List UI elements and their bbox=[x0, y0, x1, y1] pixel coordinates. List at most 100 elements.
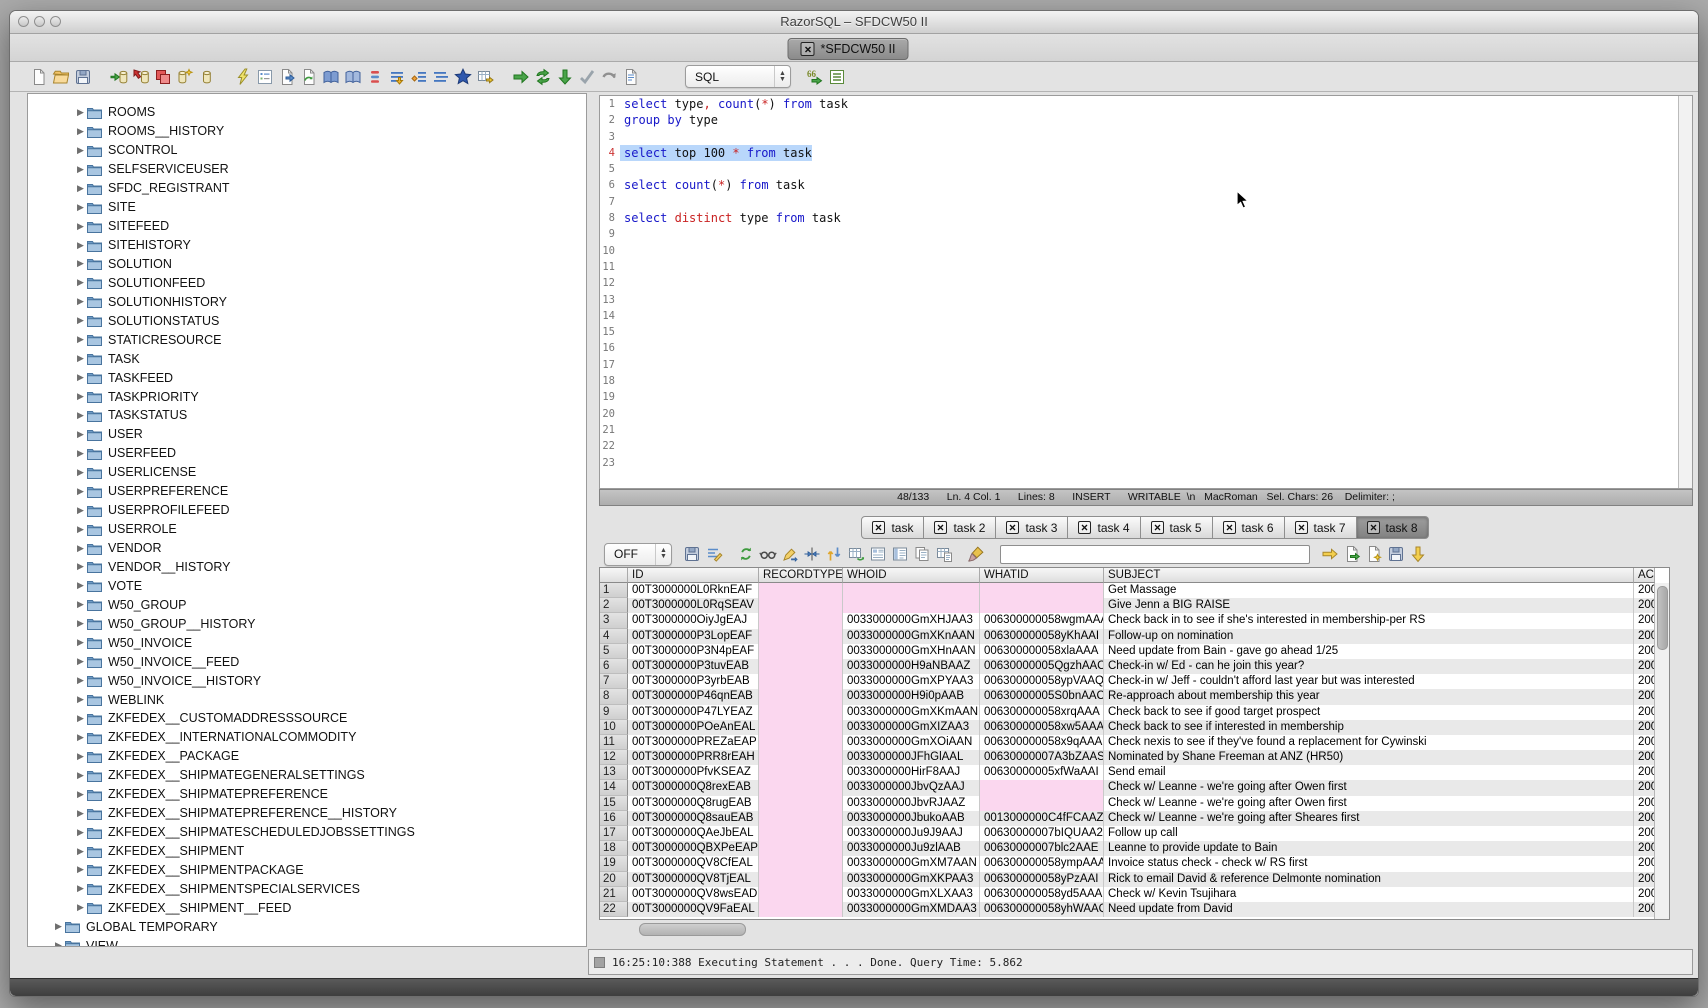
disclosure-triangle-icon[interactable]: ▶ bbox=[74, 637, 87, 648]
close-result-tab-icon[interactable] bbox=[1078, 521, 1091, 534]
create-database-object-icon[interactable] bbox=[175, 67, 195, 87]
disclosure-triangle-icon[interactable]: ▶ bbox=[74, 372, 87, 383]
cell-ac[interactable]: 200 bbox=[1634, 872, 1655, 887]
editor-line-14[interactable]: 14 bbox=[600, 308, 1692, 324]
sql-editor[interactable]: 1select type, count(*) from task2group b… bbox=[599, 95, 1693, 489]
results-list-icon[interactable] bbox=[827, 67, 847, 87]
cell-whoid[interactable]: 0033000000GmXHnAAN bbox=[843, 644, 980, 659]
disclosure-triangle-icon[interactable]: ▶ bbox=[74, 789, 87, 800]
cell-subject[interactable]: Check w/ Kevin Tsujihara bbox=[1104, 887, 1634, 902]
rollback-undo-icon[interactable] bbox=[599, 67, 619, 87]
cell-whatid[interactable]: 006300000058xrqAAA bbox=[980, 705, 1104, 720]
tree-item-sitehistory[interactable]: ▶SITEHISTORY bbox=[28, 236, 586, 255]
disclosure-triangle-icon[interactable]: ▶ bbox=[74, 751, 87, 762]
grid-row[interactable]: 2200T3000000QV9FaEAL0033000000GmXMDAA300… bbox=[600, 902, 1669, 917]
cell-subject[interactable]: Follow up call bbox=[1104, 826, 1634, 841]
editor-line-17[interactable]: 17 bbox=[600, 357, 1692, 373]
fetch-down-icon[interactable] bbox=[555, 67, 575, 87]
editor-line-8[interactable]: 8select distinct type from task bbox=[600, 210, 1692, 226]
tree-item-rooms-history[interactable]: ▶ROOMS__HISTORY bbox=[28, 122, 586, 141]
refresh-database-icon[interactable] bbox=[299, 67, 319, 87]
cell-ac[interactable]: 200 bbox=[1634, 629, 1655, 644]
tree-item-zkfedex-shipmatepreference-history[interactable]: ▶ZKFEDEX__SHIPMATEPREFERENCE__HISTORY bbox=[28, 804, 586, 823]
query-log-icon[interactable] bbox=[621, 67, 641, 87]
tree-item-w50-invoice[interactable]: ▶W50_INVOICE bbox=[28, 633, 586, 652]
cell-subject[interactable]: Leanne to provide update to Bain bbox=[1104, 841, 1634, 856]
cell-whoid[interactable]: 0033000000GmXMDAA3 bbox=[843, 902, 980, 917]
generate-script-icon[interactable] bbox=[1364, 544, 1384, 564]
split-view-icon[interactable] bbox=[802, 544, 822, 564]
cell-subject[interactable]: Check nexis to see if they've found a re… bbox=[1104, 735, 1634, 750]
cell-id[interactable]: 00T3000000QBXPeEAP bbox=[628, 841, 759, 856]
disclosure-triangle-icon[interactable]: ▶ bbox=[74, 618, 87, 629]
cell-whatid[interactable] bbox=[980, 780, 1104, 795]
cell-id[interactable]: 00T3000000PfvKSEAZ bbox=[628, 765, 759, 780]
tree-item-zkfedex-shipmentpackage[interactable]: ▶ZKFEDEX__SHIPMENTPACKAGE bbox=[28, 861, 586, 880]
cell-whatid[interactable]: 006300000058ypVAAQ bbox=[980, 674, 1104, 689]
editor-line-11[interactable]: 11 bbox=[600, 259, 1692, 275]
cell-whoid[interactable]: 0033000000GmXKnAAN bbox=[843, 629, 980, 644]
disclosure-triangle-icon[interactable]: ▶ bbox=[74, 808, 87, 819]
grid-row[interactable]: 400T3000000P3LopEAF0033000000GmXKnAAN006… bbox=[600, 629, 1669, 644]
tree-item-w50-invoice-feed[interactable]: ▶W50_INVOICE__FEED bbox=[28, 652, 586, 671]
editor-line-7[interactable]: 7 bbox=[600, 194, 1692, 210]
disclosure-triangle-icon[interactable]: ▶ bbox=[74, 126, 87, 137]
editor-line-5[interactable]: 5 bbox=[600, 161, 1692, 177]
editor-line-13[interactable]: 13 bbox=[600, 292, 1692, 308]
cell-id[interactable]: 00T3000000P47LYEAZ bbox=[628, 705, 759, 720]
cell-recordtypeid[interactable] bbox=[759, 629, 843, 644]
cell-subject[interactable]: Check-in w/ Jeff - couldn't afford last … bbox=[1104, 674, 1634, 689]
cell-recordtypeid[interactable] bbox=[759, 583, 843, 598]
tree-item-userprofilefeed[interactable]: ▶USERPROFILEFEED bbox=[28, 501, 586, 520]
disclosure-triangle-icon[interactable]: ▶ bbox=[74, 315, 87, 326]
cell-recordtypeid[interactable] bbox=[759, 811, 843, 826]
tree-item-site[interactable]: ▶SITE bbox=[28, 198, 586, 217]
cell-recordtypeid[interactable] bbox=[759, 689, 843, 704]
tree-item-staticresource[interactable]: ▶STATICRESOURCE bbox=[28, 330, 586, 349]
favorites-star-icon[interactable] bbox=[453, 67, 473, 87]
book-reference-icon[interactable] bbox=[321, 67, 341, 87]
cell-ac[interactable]: 200 bbox=[1634, 583, 1655, 598]
disclosure-triangle-icon[interactable]: ▶ bbox=[74, 145, 87, 156]
cell-whatid[interactable]: 006300000058x9qAAA bbox=[980, 735, 1104, 750]
column-header-subject[interactable]: SUBJECT bbox=[1104, 568, 1634, 583]
cell-subject[interactable]: Need update from David bbox=[1104, 902, 1634, 917]
cell-id[interactable]: 00T3000000PREZaEAP bbox=[628, 735, 759, 750]
cell-whatid[interactable]: 006300000058yhWAAQ bbox=[980, 902, 1104, 917]
tree-item-view[interactable]: ▶VIEW bbox=[28, 936, 586, 947]
cell-whatid[interactable] bbox=[980, 583, 1104, 598]
cell-whoid[interactable]: 0033000000GmXIZAA3 bbox=[843, 720, 980, 735]
editor-line-2[interactable]: 2group by type bbox=[600, 112, 1692, 128]
tree-item-solutionstatus[interactable]: ▶SOLUTIONSTATUS bbox=[28, 311, 586, 330]
grid-row[interactable]: 1800T3000000QBXPeEAP0033000000Ju9zlAAB00… bbox=[600, 841, 1669, 856]
execute-fetch-icon[interactable]: 66 bbox=[805, 67, 825, 87]
cell-ac[interactable]: 200 bbox=[1634, 811, 1655, 826]
cell-id[interactable]: 00T3000000Q8sauEAB bbox=[628, 811, 759, 826]
cell-whatid[interactable]: 006300000058yKhAAI bbox=[980, 629, 1104, 644]
disclosure-triangle-icon[interactable]: ▶ bbox=[74, 334, 87, 345]
editor-line-9[interactable]: 9 bbox=[600, 226, 1692, 242]
cell-id[interactable]: 00T3000000P3yrbEAB bbox=[628, 674, 759, 689]
disclosure-triangle-icon[interactable]: ▶ bbox=[74, 183, 87, 194]
format-sql-icon[interactable] bbox=[409, 67, 429, 87]
cell-whoid[interactable]: 0033000000GmXHJAA3 bbox=[843, 613, 980, 628]
cell-whoid[interactable]: 0033000000GmXKPAA3 bbox=[843, 872, 980, 887]
book-history-icon[interactable] bbox=[343, 67, 363, 87]
cell-subject[interactable]: Check w/ Leanne - we're going after Owen… bbox=[1104, 796, 1634, 811]
row-limit-select-stepper-icon[interactable]: ▲▼ bbox=[655, 544, 671, 565]
grid-row[interactable]: 1400T3000000Q8rexEAB0033000000JbvQzAAJCh… bbox=[600, 780, 1669, 795]
column-header-id[interactable]: ID bbox=[628, 568, 759, 583]
result-tab-task[interactable]: task bbox=[861, 516, 924, 539]
disclosure-triangle-icon[interactable]: ▶ bbox=[74, 107, 87, 118]
editor-line-10[interactable]: 10 bbox=[600, 243, 1692, 259]
cell-whatid[interactable] bbox=[980, 796, 1104, 811]
disclosure-triangle-icon[interactable]: ▶ bbox=[74, 770, 87, 781]
tree-item-zkfedex-shipment-feed[interactable]: ▶ZKFEDEX__SHIPMENT__FEED bbox=[28, 898, 586, 917]
cell-ac[interactable]: 200 bbox=[1634, 598, 1655, 613]
cell-whoid[interactable]: 0033000000Ju9zlAAB bbox=[843, 841, 980, 856]
tree-item-zkfedex-shipmatescheduledjobssettings[interactable]: ▶ZKFEDEX__SHIPMATESCHEDULEDJOBSSETTINGS bbox=[28, 823, 586, 842]
disclosure-triangle-icon[interactable]: ▶ bbox=[74, 258, 87, 269]
result-tab-task-8[interactable]: task 8 bbox=[1357, 516, 1429, 539]
cell-id[interactable]: 00T3000000L0RknEAF bbox=[628, 583, 759, 598]
editor-line-12[interactable]: 12 bbox=[600, 275, 1692, 291]
